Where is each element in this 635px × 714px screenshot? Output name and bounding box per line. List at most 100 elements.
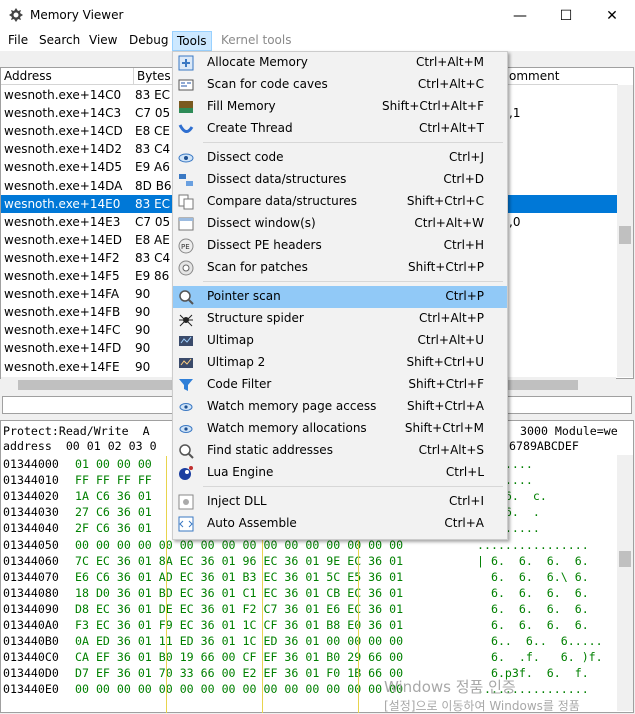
hex-vertical-scroll-thumb[interactable] [619, 551, 631, 567]
menu-tools[interactable]: Tools [172, 31, 212, 51]
patch-icon [178, 260, 194, 276]
disasm-address: wesnoth.exe+14ED [4, 232, 122, 247]
menu-item-label: Lua Engine [207, 465, 274, 479]
hex-row[interactable]: 013440B0 0A ED 36 01 11 ED 36 01 1C ED 36… [3, 633, 615, 649]
hex-address: 01344020 [3, 489, 59, 504]
tools-menu-item-lua-engine[interactable]: Lua Engine Ctrl+L [173, 462, 507, 484]
menu-item-label: Dissect data/structures [207, 172, 347, 186]
menu-separator [203, 142, 503, 143]
hex-bytes: 2F C6 36 01 [75, 521, 152, 536]
disasm-address: wesnoth.exe+14D5 [4, 160, 123, 175]
menu-item-label: Scan for code caves [207, 77, 328, 91]
menu-item-label: Watch memory allocations [207, 421, 367, 435]
tools-menu-item-ultimap-2[interactable]: Ultimap 2 Shift+Ctrl+U [173, 352, 507, 374]
menu-item-label: Find static addresses [207, 443, 333, 457]
hex-row[interactable]: 013440A0 F3 EC 36 01 F9 EC 36 01 1C CF 36… [3, 617, 615, 633]
menu-search[interactable]: Search [35, 33, 84, 47]
disasm-address: wesnoth.exe+14FD [4, 341, 122, 356]
activation-watermark-text: [설정]으로 이동하여 Windows를 정품 [384, 699, 580, 713]
disasm-address: wesnoth.exe+14FB [4, 305, 121, 320]
menu-debug[interactable]: Debug [125, 33, 172, 47]
column-header-bytes[interactable]: Bytes [134, 68, 174, 85]
hex-row[interactable]: 01344080 18 D0 36 01 BD EC 36 01 C1 EC 36… [3, 585, 615, 601]
tools-menu-item-watch-memory-allocations[interactable]: Watch memory allocations Shift+Ctrl+M [173, 418, 507, 440]
tools-menu-item-inject-dll[interactable]: Inject DLL Ctrl+I [173, 491, 507, 513]
menu-item-shortcut: Shift+Ctrl+A [407, 399, 484, 413]
tools-menu-item-dissect-pe-headers[interactable]: PE Dissect PE headers Ctrl+H [173, 235, 507, 257]
menu-item-shortcut: Shift+Ctrl+U [406, 355, 484, 369]
hex-row[interactable]: 01344060 7C EC 36 01 8A EC 36 01 96 EC 36… [3, 553, 615, 569]
hex-address: 01344040 [3, 521, 59, 536]
tools-menu-item-compare-data-structures[interactable]: Compare data/structures Shift+Ctrl+C [173, 191, 507, 213]
tools-menu-item-pointer-scan[interactable]: Pointer scan Ctrl+P [173, 286, 507, 308]
tools-menu-item-code-filter[interactable]: Code Filter Shift+Ctrl+F [173, 374, 507, 396]
hex-row[interactable]: 013440E0 00 00 00 00 00 00 00 00 00 00 00… [3, 681, 615, 697]
hex-ascii: 6. 6. 6. 6. [477, 601, 589, 616]
menu-view[interactable]: View [85, 33, 121, 47]
tools-menu-item-scan-for-code-caves[interactable]: Scan for code caves Ctrl+Alt+C [173, 74, 507, 96]
hex-row[interactable]: 013440C0 CA EF 36 01 B0 19 66 00 CF EF 36… [3, 649, 615, 665]
maximize-button[interactable]: ☐ [543, 0, 589, 31]
tools-menu-item-allocate-memory[interactable]: Allocate Memory Ctrl+Alt+M [173, 52, 507, 74]
hex-bytes: F3 EC 36 01 F9 EC 36 01 1C CF 36 01 B8 E… [75, 618, 404, 632]
hex-ascii: 6. 6. 6. 6. [477, 585, 589, 600]
hex-row[interactable]: 01344070 E6 C6 36 01 AD EC 36 01 B3 EC 36… [3, 569, 615, 585]
disasm-address: wesnoth.exe+14CD [4, 124, 123, 139]
menu-item-shortcut: Ctrl+L [445, 465, 484, 479]
tools-menu-item-watch-memory-page-access[interactable]: Watch memory page access Shift+Ctrl+A [173, 396, 507, 418]
spider-icon [179, 314, 193, 327]
disasm-bytes: E9 A6 [135, 160, 170, 175]
column-header-comment[interactable]: omment [506, 68, 618, 85]
menu-item-shortcut: Ctrl+D [443, 172, 484, 186]
hex-row[interactable]: 01344090 D8 EC 36 01 DE EC 36 01 F2 C7 36… [3, 601, 615, 617]
tools-menu-item-create-thread[interactable]: Create Thread Ctrl+Alt+T [173, 118, 507, 140]
disasm-address: wesnoth.exe+14DA [4, 178, 123, 193]
tools-menu-item-auto-assemble[interactable]: Auto Assemble Ctrl+A [173, 513, 507, 535]
menu-item-shortcut: Ctrl+Alt+T [418, 121, 484, 135]
hex-address: 013440C0 [3, 650, 59, 665]
hex-ascii: 6. 6. 6. 6. [477, 618, 589, 632]
disasm-address: wesnoth.exe+14FA [4, 287, 120, 302]
disasm-bytes: E8 CE [135, 124, 170, 139]
menu-item-label: Ultimap 2 [207, 355, 266, 369]
hex-info-left: Protect:Read/Write A [3, 424, 150, 438]
menu-item-label: Auto Assemble [207, 516, 297, 530]
tools-menu-item-dissect-code[interactable]: Dissect code Ctrl+J [173, 147, 507, 169]
disasm-address: wesnoth.exe+14E3 [4, 214, 121, 229]
tools-menu-item-dissect-window-s[interactable]: Dissect window(s) Ctrl+Alt+W [173, 213, 507, 235]
menu-item-label: Structure spider [207, 311, 304, 325]
tools-menu-item-find-static-addresses[interactable]: Find static addresses Ctrl+Alt+S [173, 440, 507, 462]
hex-bytes: E6 C6 36 01 AD EC 36 01 B3 EC 36 01 5C E… [75, 569, 404, 584]
filter-icon [179, 379, 193, 391]
menu-item-shortcut: Ctrl+P [445, 289, 484, 303]
menu-item-label: Create Thread [207, 121, 293, 135]
menu-file[interactable]: File [4, 33, 32, 47]
minimize-button[interactable]: — [497, 0, 543, 31]
close-button[interactable]: ✕ [589, 0, 635, 31]
hex-vertical-scrollbar[interactable] [617, 455, 633, 711]
structure-icon [179, 174, 193, 186]
watch-icon [179, 403, 193, 411]
menu-kernel-tools[interactable]: Kernel tools [217, 33, 296, 47]
tools-menu-item-dissect-data-structures[interactable]: Dissect data/structures Ctrl+D [173, 169, 507, 191]
hex-row[interactable]: 013440D0 D7 EF 36 01 70 33 66 00 E2 EF 36… [3, 665, 615, 681]
hex-address: 013440A0 [3, 618, 59, 632]
hex-bytes: 01 00 00 00 [75, 457, 152, 471]
disasm-bytes: C7 05 [135, 214, 171, 229]
menu-item-label: Inject DLL [207, 494, 267, 508]
column-header-address[interactable]: Address [1, 68, 134, 85]
tools-menu-item-scan-for-patches[interactable]: Scan for patches Shift+Ctrl+P [173, 257, 507, 279]
disasm-vertical-scroll-thumb[interactable] [619, 226, 631, 244]
tools-menu-item-structure-spider[interactable]: Structure spider Ctrl+Alt+P [173, 308, 507, 330]
menu-bar: File Search View Debug Tools Kernel tool… [0, 31, 635, 51]
tools-menu-item-ultimap[interactable]: Ultimap Ctrl+Alt+U [173, 330, 507, 352]
hex-bytes: 27 C6 36 01 [75, 505, 152, 520]
menu-item-shortcut: Ctrl+Alt+S [418, 443, 484, 457]
menu-item-label: Scan for patches [207, 260, 308, 274]
disasm-address: wesnoth.exe+14F2 [4, 250, 120, 265]
hex-address: 013440D0 [3, 666, 59, 681]
eye-icon [178, 153, 194, 163]
menu-item-label: Dissect window(s) [207, 216, 316, 230]
lua-icon [179, 466, 193, 480]
tools-menu-item-fill-memory[interactable]: Fill Memory Shift+Ctrl+Alt+F [173, 96, 507, 118]
